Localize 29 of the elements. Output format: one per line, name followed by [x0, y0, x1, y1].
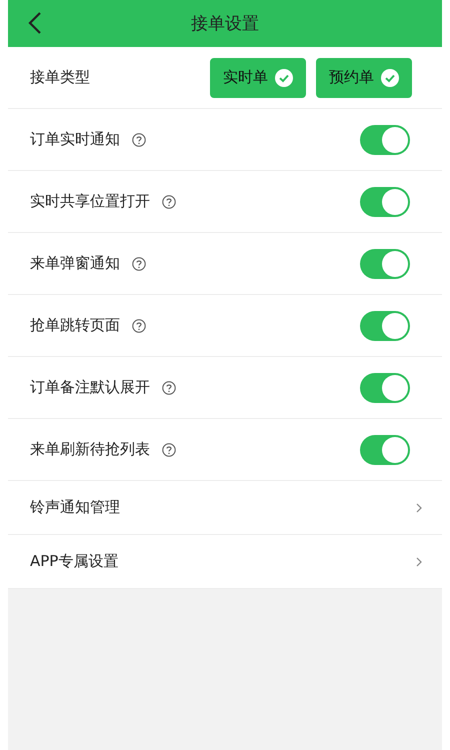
toggle-switch[interactable]: [360, 248, 410, 278]
chevron-icon: [416, 556, 422, 566]
check-icon: [381, 68, 399, 86]
back-icon[interactable]: [28, 11, 42, 35]
setting-label: 来单刷新待抢列表: [30, 440, 150, 459]
help-icon[interactable]: [162, 442, 176, 456]
toggle-switch[interactable]: [360, 186, 410, 216]
toggle-switch[interactable]: [360, 372, 410, 402]
help-icon[interactable]: [132, 132, 146, 146]
toggle-switch[interactable]: [360, 310, 410, 340]
setting-label: 抢单跳转页面: [30, 316, 120, 335]
toggle-switch[interactable]: [360, 434, 410, 464]
setting-label: 接单类型: [30, 68, 90, 87]
toggle-switch[interactable]: [360, 124, 410, 154]
help-icon[interactable]: [132, 318, 146, 332]
help-icon[interactable]: [162, 194, 176, 208]
chevron-icon: [416, 502, 422, 512]
page-title: 接单设置: [191, 13, 259, 35]
order-type-button[interactable]: 实时单: [210, 58, 306, 98]
check-icon: [275, 68, 293, 86]
help-icon[interactable]: [162, 380, 176, 394]
help-icon[interactable]: [132, 256, 146, 270]
menu-item-label[interactable]: APP专属设置: [30, 552, 118, 571]
setting-label: 来单弹窗通知: [30, 254, 120, 273]
setting-label: 订单备注默认展开: [30, 378, 150, 397]
menu-item-label[interactable]: 铃声通知管理: [30, 498, 120, 517]
setting-label: 订单实时通知: [30, 130, 120, 149]
setting-label: 实时共享位置打开: [30, 192, 150, 211]
order-type-button[interactable]: 预约单: [316, 58, 412, 98]
